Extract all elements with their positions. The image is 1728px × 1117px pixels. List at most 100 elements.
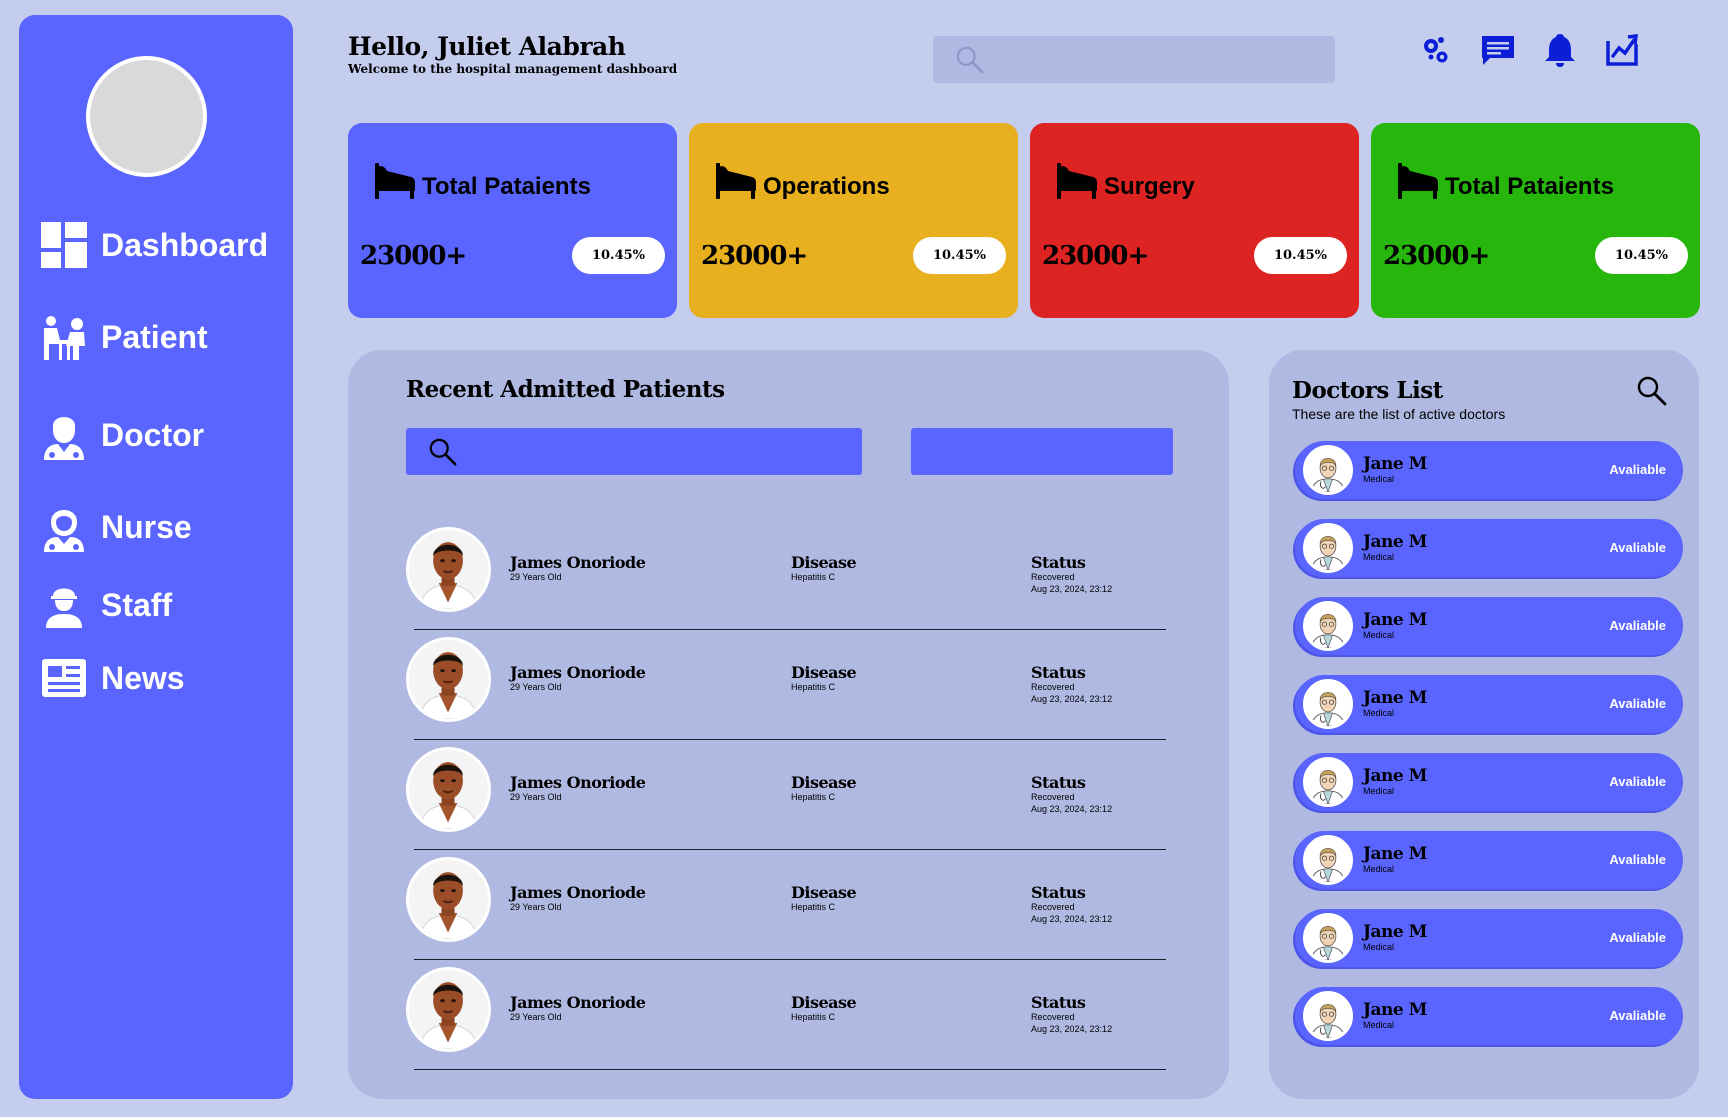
panel-title: Doctors List xyxy=(1292,377,1443,404)
panel-title: Recent Admitted Patients xyxy=(406,376,725,403)
table-row[interactable]: James Onoriode 29 Years Old Disease Hepati… xyxy=(406,960,1166,1070)
patient-filter-button[interactable] xyxy=(911,428,1173,475)
doctor-list-item[interactable]: Jane M Medical Avaliable xyxy=(1295,909,1683,967)
status-value: Recovered xyxy=(1031,682,1075,692)
doctor-avatar xyxy=(1303,523,1353,573)
status-date: Aug 23, 2024, 23:12 xyxy=(1031,584,1113,594)
hospital-bed-icon xyxy=(372,161,416,201)
profile-avatar[interactable] xyxy=(86,56,207,177)
doctor-list-item[interactable]: Jane M Medical Avaliable xyxy=(1295,753,1683,811)
recent-patients-panel: Recent Admitted Patients James Onoriode 2… xyxy=(348,350,1229,1099)
nurse-icon xyxy=(44,510,84,552)
doctor-name: Jane M xyxy=(1363,844,1427,864)
doctor-status: Avaliable xyxy=(1609,540,1666,555)
sidebar-item-doctor[interactable]: Doctor xyxy=(39,410,204,460)
patient-photo xyxy=(406,637,491,722)
doctor-list-item[interactable]: Jane M Medical Avaliable xyxy=(1295,597,1683,655)
bell-icon[interactable] xyxy=(1542,32,1578,68)
patient-age: 29 Years Old xyxy=(510,902,562,912)
stat-label: Total Pataients xyxy=(1445,173,1614,200)
status-label: Status xyxy=(1031,773,1086,792)
settings-icon[interactable] xyxy=(1418,32,1454,68)
doctor-list-item[interactable]: Jane M Medical Avaliable xyxy=(1295,831,1683,889)
stat-value: 23000+ xyxy=(360,241,467,271)
doctor-avatar xyxy=(1303,679,1353,729)
doctor-avatar xyxy=(1303,835,1353,885)
sidebar-item-patient[interactable]: Patient xyxy=(39,312,208,362)
table-row[interactable]: James Onoriode 29 Years Old Disease Hepati… xyxy=(406,850,1166,960)
hospital-bed-icon xyxy=(1395,161,1439,201)
stat-card-operations[interactable]: Operations 23000+ 10.45% xyxy=(689,123,1018,318)
doctor-specialty: Medical xyxy=(1363,630,1395,640)
table-row[interactable]: James Onoriode 29 Years Old Disease Hepati… xyxy=(406,740,1166,850)
stat-change-badge: 10.45% xyxy=(1595,237,1688,274)
stat-label: Total Pataients xyxy=(422,173,591,200)
doctor-specialty: Medical xyxy=(1363,1020,1395,1030)
doctor-list-item[interactable]: Jane M Medical Avaliable xyxy=(1295,441,1683,499)
sidebar-item-staff[interactable]: Staff xyxy=(39,580,172,630)
disease-value: Hepatitis C xyxy=(791,1012,836,1022)
doctor-status: Avaliable xyxy=(1609,1008,1666,1023)
stat-card-total-patients[interactable]: Total Pataients 23000+ 10.45% xyxy=(348,123,677,318)
status-date: Aug 23, 2024, 23:12 xyxy=(1031,914,1113,924)
status-value: Recovered xyxy=(1031,1012,1075,1022)
doctor-icon xyxy=(44,417,84,460)
table-row[interactable]: James Onoriode 29 Years Old Disease Hepati… xyxy=(406,630,1166,740)
patient-photo xyxy=(406,967,491,1052)
doctor-avatar xyxy=(1303,991,1353,1041)
sidebar-item-news[interactable]: News xyxy=(39,653,185,703)
patient-age: 29 Years Old xyxy=(510,1012,562,1022)
sidebar-item-label: News xyxy=(101,659,185,696)
doctor-specialty: Medical xyxy=(1363,786,1395,796)
sidebar-item-dashboard[interactable]: Dashboard xyxy=(39,220,268,270)
patient-search-bar[interactable] xyxy=(406,428,862,475)
disease-value: Hepatitis C xyxy=(791,682,836,692)
status-date: Aug 23, 2024, 23:12 xyxy=(1031,694,1113,704)
top-search-bar[interactable] xyxy=(933,36,1335,83)
messages-icon[interactable] xyxy=(1480,32,1516,68)
top-search-input[interactable] xyxy=(993,36,1335,83)
status-date: Aug 23, 2024, 23:12 xyxy=(1031,804,1113,814)
doctor-list-item[interactable]: Jane M Medical Avaliable xyxy=(1295,987,1683,1045)
disease-label: Disease xyxy=(791,553,857,572)
patient-name: James Onoriode xyxy=(510,773,646,792)
table-row[interactable]: James Onoriode 29 Years Old Disease Hepati… xyxy=(406,520,1166,630)
doctor-name: Jane M xyxy=(1363,532,1427,552)
patient-photo xyxy=(406,527,491,612)
doctor-status: Avaliable xyxy=(1609,462,1666,477)
dashboard-icon xyxy=(41,222,87,268)
doctor-name: Jane M xyxy=(1363,454,1427,474)
doctor-specialty: Medical xyxy=(1363,552,1395,562)
analytics-icon[interactable] xyxy=(1604,32,1640,68)
stat-card-surgery[interactable]: Surgery 23000+ 10.45% xyxy=(1030,123,1359,318)
doctor-specialty: Medical xyxy=(1363,474,1395,484)
sidebar-item-nurse[interactable]: Nurse xyxy=(39,502,192,552)
patient-age: 29 Years Old xyxy=(510,682,562,692)
search-icon xyxy=(428,437,458,467)
patient-photo xyxy=(406,857,491,942)
status-label: Status xyxy=(1031,663,1086,682)
status-label: Status xyxy=(1031,993,1086,1012)
status-value: Recovered xyxy=(1031,572,1075,582)
patient-search-input[interactable] xyxy=(466,428,862,475)
disease-label: Disease xyxy=(791,773,857,792)
doctor-list-item[interactable]: Jane M Medical Avaliable xyxy=(1295,519,1683,577)
doctor-specialty: Medical xyxy=(1363,864,1395,874)
panel-subtitle: These are the list of active doctors xyxy=(1292,406,1506,422)
disease-label: Disease xyxy=(791,883,857,902)
sidebar-item-label: Nurse xyxy=(101,508,192,545)
search-icon[interactable] xyxy=(1636,375,1668,407)
stat-value: 23000+ xyxy=(1042,241,1149,271)
doctor-specialty: Medical xyxy=(1363,942,1395,952)
sidebar-item-label: Dashboard xyxy=(101,226,269,263)
status-value: Recovered xyxy=(1031,792,1075,802)
doctor-list-item[interactable]: Jane M Medical Avaliable xyxy=(1295,675,1683,733)
sidebar-item-label: Patient xyxy=(101,318,208,355)
disease-value: Hepatitis C xyxy=(791,792,836,802)
patient-age: 29 Years Old xyxy=(510,572,562,582)
doctor-avatar xyxy=(1303,601,1353,651)
stat-card-total-patients-2[interactable]: Total Pataients 23000+ 10.45% xyxy=(1371,123,1700,318)
stat-change-badge: 10.45% xyxy=(572,237,665,274)
doctor-name: Jane M xyxy=(1363,1000,1427,1020)
search-icon xyxy=(955,45,985,75)
